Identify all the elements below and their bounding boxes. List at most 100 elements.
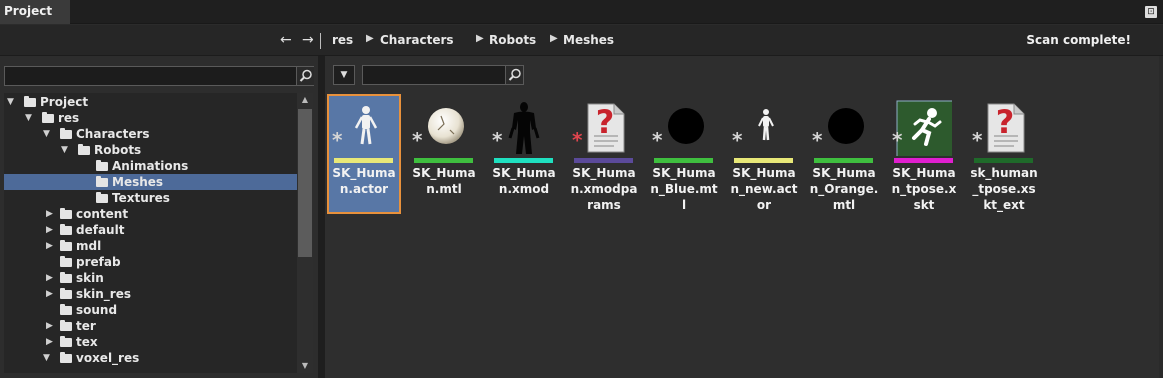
tree-item-label: Robots — [94, 143, 142, 157]
material-sphere-icon — [656, 100, 712, 156]
tab-project[interactable]: Project — [0, 0, 70, 24]
tree-item-animations[interactable]: Animations — [4, 158, 297, 174]
asset-tile[interactable]: * SK_Human_Orange.mtl — [809, 96, 879, 212]
folder-tree-panel: ▼ Project ▼ res ▼ Characters ▼ Robots An… — [0, 56, 318, 378]
breadcrumb-characters[interactable]: Characters — [380, 33, 454, 47]
folder-search-input[interactable] — [4, 66, 314, 86]
tree-item-label: sound — [76, 303, 118, 317]
folder-icon — [60, 320, 72, 331]
pin-icon[interactable]: ⊡ — [1145, 6, 1157, 18]
type-color-bar — [814, 158, 873, 163]
type-color-bar — [894, 158, 953, 163]
type-color-bar — [414, 158, 473, 163]
asset-name: sk_human_tpose.xskt_ext — [970, 166, 1038, 212]
search-icon[interactable] — [296, 67, 314, 85]
material-sphere-icon — [416, 100, 472, 156]
asterisk-icon: * — [492, 128, 503, 152]
search-icon[interactable] — [505, 66, 523, 84]
asset-tile[interactable]: ? * SK_Human.xmodparams — [569, 96, 639, 212]
tree-item-tex[interactable]: ▶ tex — [4, 334, 297, 350]
asset-tile[interactable]: * SK_Human_Blue.mtl — [649, 96, 719, 212]
expand-toggle-icon[interactable]: ▼ — [43, 126, 50, 142]
tree-item-voxel-res[interactable]: ▼ voxel_res — [4, 350, 297, 366]
expand-toggle-icon[interactable]: ▼ — [7, 94, 14, 110]
asterisk-icon: * — [412, 128, 423, 152]
tree-item-robots[interactable]: ▼ Robots — [4, 142, 297, 158]
asterisk-icon: * — [732, 128, 743, 152]
breadcrumb-meshes[interactable]: Meshes — [563, 33, 614, 47]
unknown-file-icon: ? — [976, 100, 1032, 156]
asset-name: SK_Human_new.actor — [730, 166, 798, 212]
asterisk-icon: * — [972, 128, 983, 152]
folder-icon — [60, 224, 72, 235]
tree-item-default[interactable]: ▶ default — [4, 222, 297, 238]
type-color-bar — [494, 158, 553, 163]
chevron-right-icon[interactable]: ▶ — [550, 33, 558, 44]
tree-item-label: default — [76, 223, 125, 237]
asset-tile[interactable]: * SK_Human_new.actor — [729, 96, 799, 212]
tree-item-characters[interactable]: ▼ Characters — [4, 126, 297, 142]
folder-icon — [60, 240, 72, 251]
tree-item-content[interactable]: ▶ content — [4, 206, 297, 222]
tree-item-skin[interactable]: ▶ skin — [4, 270, 297, 286]
panel-edge — [1159, 56, 1163, 378]
folder-open-icon — [78, 144, 90, 155]
expand-toggle-icon[interactable]: ▼ — [25, 110, 32, 126]
chevron-right-icon[interactable]: ▶ — [476, 33, 484, 44]
tree-item-label: Meshes — [112, 175, 164, 189]
breadcrumb-divider — [320, 33, 321, 49]
asset-tile[interactable]: * SK_Human.actor — [327, 94, 401, 214]
tree-item-label: Characters — [76, 127, 150, 141]
type-color-bar — [574, 158, 633, 163]
expand-toggle-icon[interactable]: ▶ — [46, 238, 53, 254]
scroll-down-icon[interactable]: ▼ — [297, 359, 313, 373]
expand-toggle-icon[interactable]: ▶ — [46, 318, 53, 334]
asset-name: SK_Human_Orange.mtl — [809, 166, 879, 212]
expand-toggle-icon[interactable]: ▶ — [46, 334, 53, 350]
panel-splitter[interactable] — [318, 56, 325, 378]
tree-item-label: Project — [40, 95, 89, 109]
expand-toggle-icon[interactable]: ▶ — [46, 270, 53, 286]
tree-item-ter[interactable]: ▶ ter — [4, 318, 297, 334]
asterisk-icon: * — [652, 128, 663, 152]
tree-item-meshes[interactable]: Meshes — [4, 174, 297, 190]
tree-item-label: Animations — [112, 159, 189, 173]
expand-toggle-icon[interactable]: ▶ — [46, 206, 53, 222]
asset-tile[interactable]: * SK_Human_tpose.xskt — [889, 96, 959, 212]
asset-tile[interactable]: * SK_Human.xmod — [489, 96, 559, 212]
svg-text:?: ? — [996, 103, 1015, 141]
asterisk-icon: * — [572, 128, 583, 152]
folder-icon — [60, 272, 72, 283]
tree-scrollbar[interactable]: ▲ ▼ — [297, 93, 313, 373]
tree-item-res[interactable]: ▼ res — [4, 110, 297, 126]
type-color-bar — [334, 158, 393, 163]
asset-search-input[interactable] — [362, 65, 524, 85]
forward-arrow-icon[interactable]: → — [302, 32, 314, 48]
asset-tile[interactable]: * SK_Human.mtl — [409, 96, 479, 212]
expand-toggle-icon[interactable]: ▶ — [46, 222, 53, 238]
tree-item-project[interactable]: ▼ Project — [4, 94, 297, 110]
folder-icon — [96, 192, 108, 203]
asset-browser-panel: ▼ * SK_Human.actor * SK_Human.mtl * SK_H… — [325, 56, 1163, 378]
scroll-up-icon[interactable]: ▲ — [297, 93, 313, 107]
expand-toggle-icon[interactable]: ▼ — [43, 350, 50, 366]
tree-item-skin-res[interactable]: ▶ skin_res — [4, 286, 297, 302]
folder-icon — [60, 256, 72, 267]
scan-status: Scan complete! — [1026, 33, 1131, 47]
filter-dropdown[interactable]: ▼ — [333, 65, 355, 85]
tree-item-sound[interactable]: sound — [4, 302, 297, 318]
tree-item-textures[interactable]: Textures — [4, 190, 297, 206]
asset-tile[interactable]: ? * sk_human_tpose.xskt_ext — [969, 96, 1039, 212]
tree-item-mdl[interactable]: ▶ mdl — [4, 238, 297, 254]
expand-toggle-icon[interactable]: ▼ — [61, 142, 68, 158]
tree-item-prefab[interactable]: prefab — [4, 254, 297, 270]
scrollbar-thumb[interactable] — [298, 109, 312, 257]
tree-item-label: prefab — [76, 255, 121, 269]
expand-toggle-icon[interactable]: ▶ — [46, 286, 53, 302]
folder-icon — [60, 208, 72, 219]
breadcrumb-robots[interactable]: Robots — [489, 33, 536, 47]
back-arrow-icon[interactable]: ← — [280, 32, 292, 48]
asset-name: SK_Human.actor — [332, 166, 396, 196]
chevron-right-icon[interactable]: ▶ — [366, 33, 374, 44]
breadcrumb-res[interactable]: res — [332, 33, 353, 47]
